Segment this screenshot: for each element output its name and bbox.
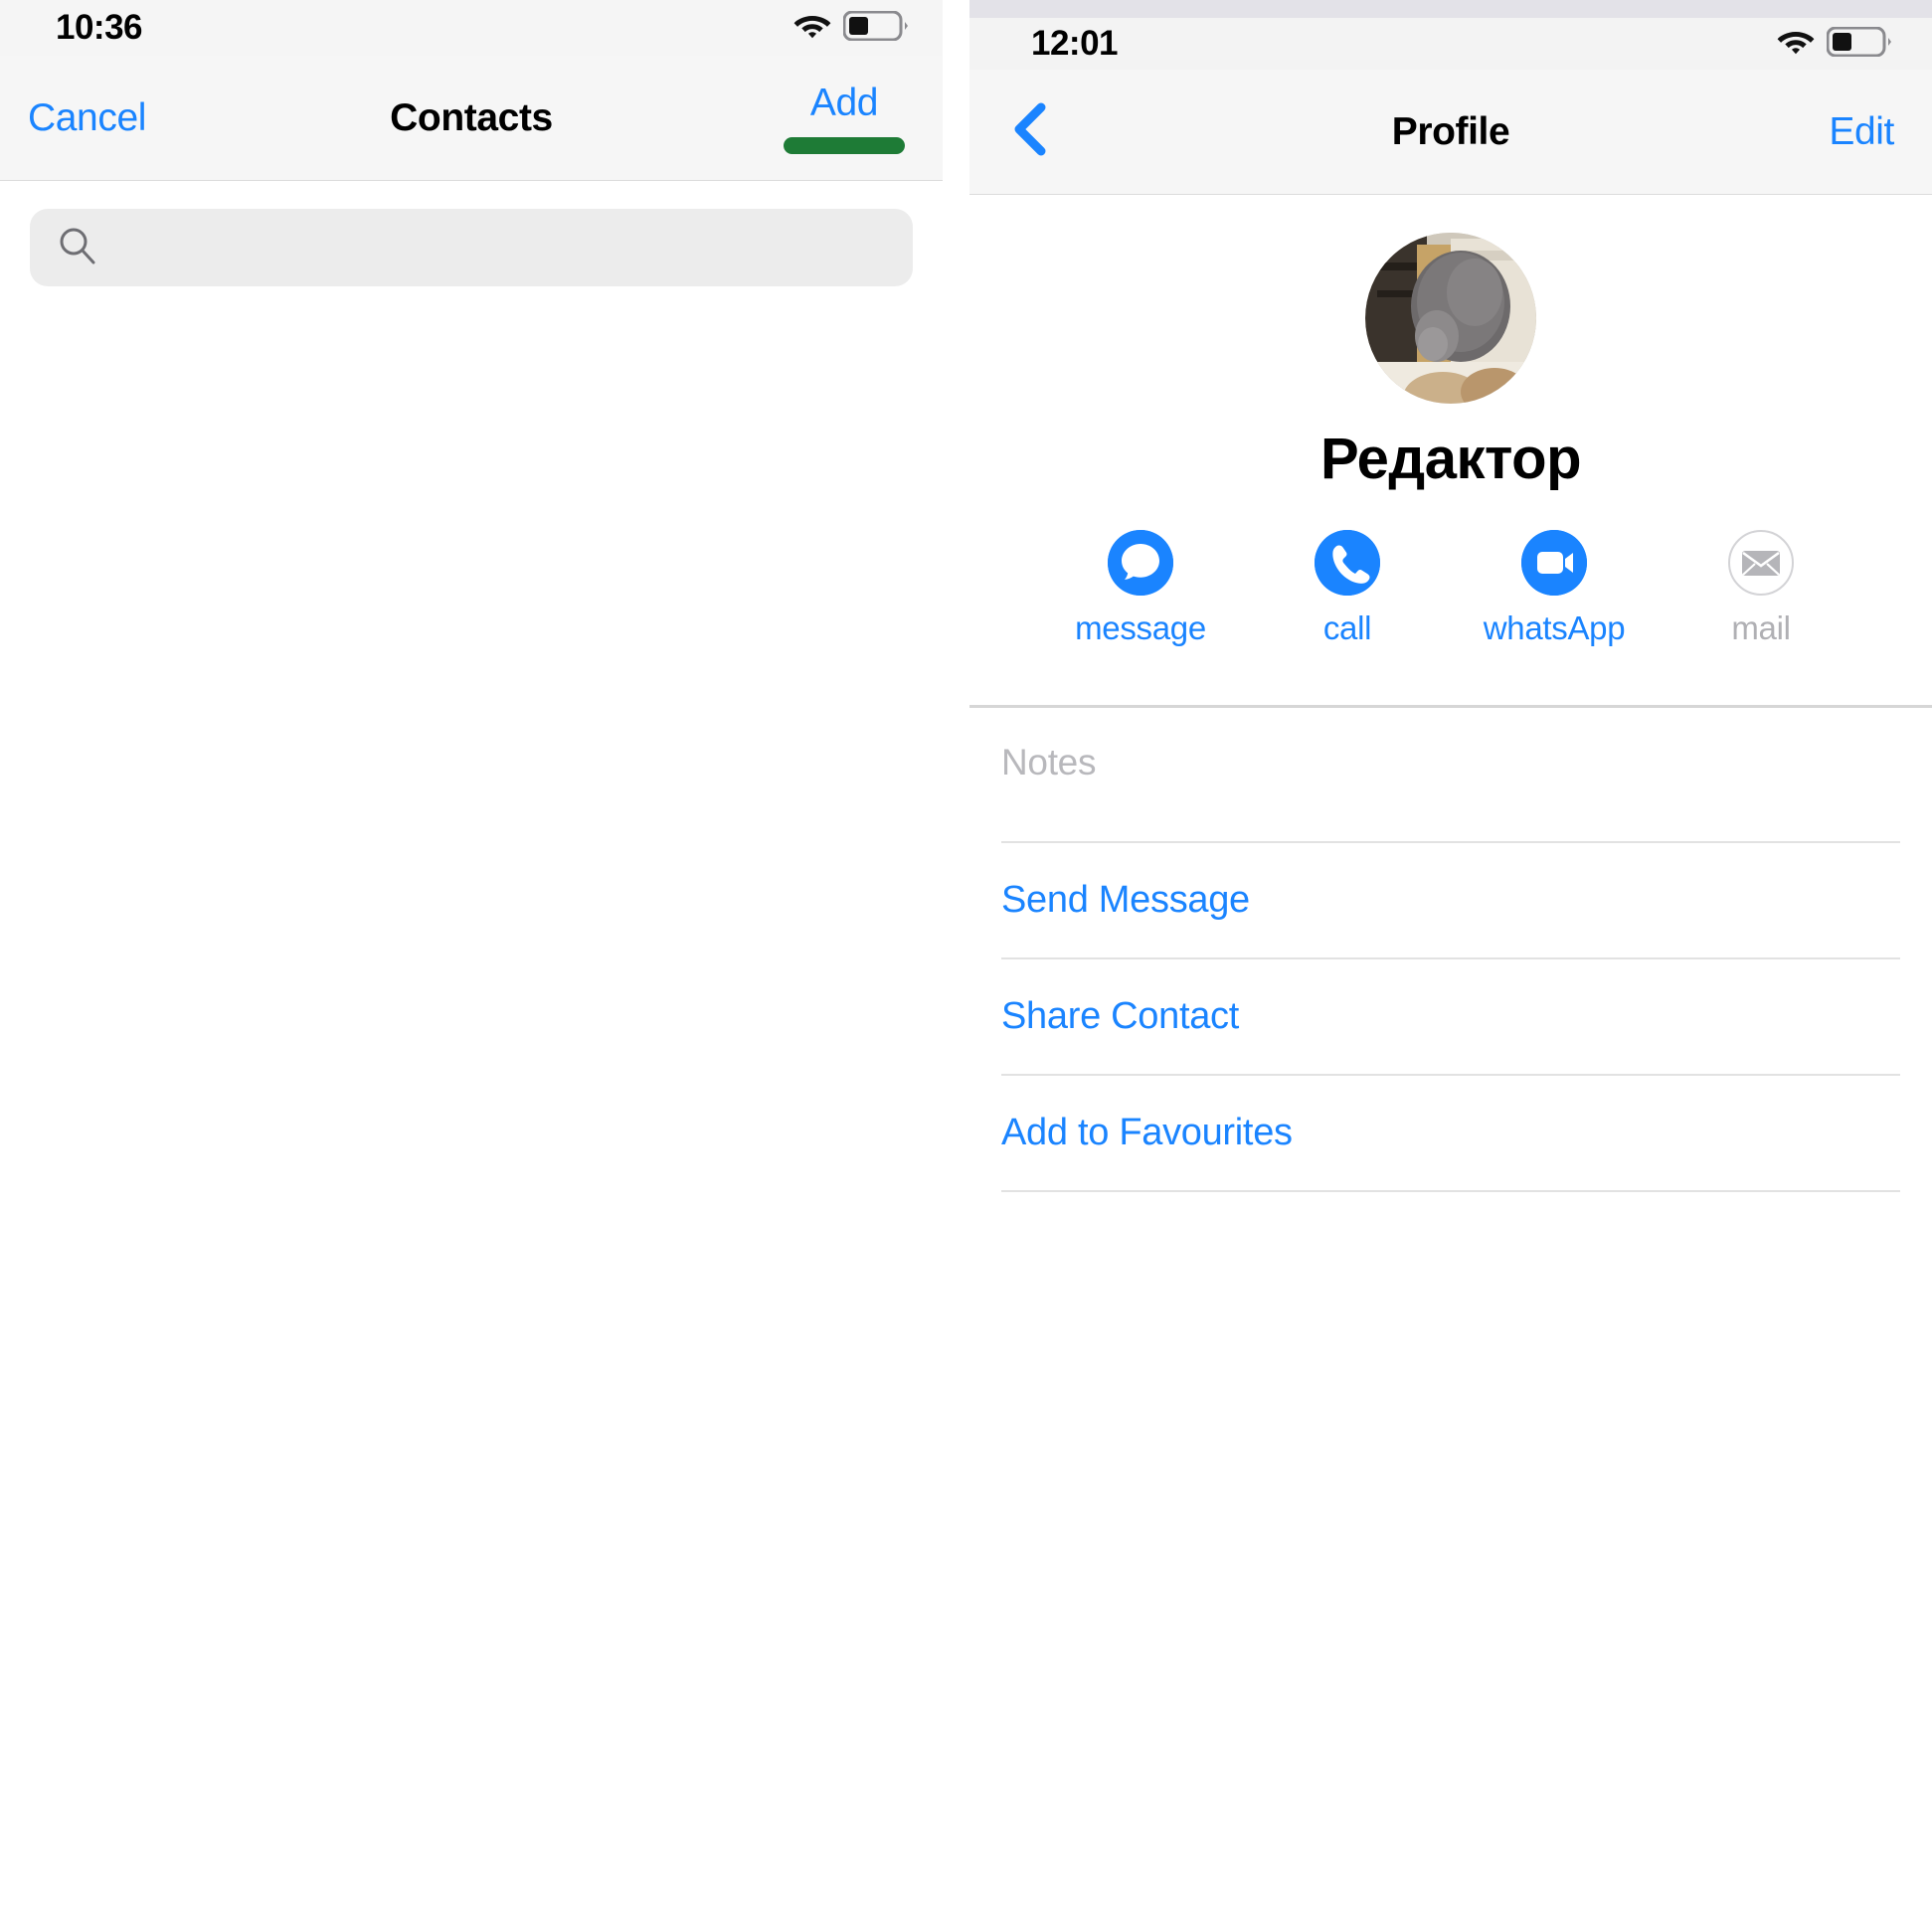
search-input[interactable] <box>30 209 913 286</box>
share-contact-row[interactable]: Share Contact <box>969 959 1932 1074</box>
envelope-icon <box>1728 530 1794 596</box>
status-bar-indicators <box>793 10 909 46</box>
add-button-highlight <box>784 137 905 154</box>
row-divider <box>1001 1190 1900 1192</box>
dual-screen-container: 10:36 Cancel Contacts Add 12:01 Profile … <box>0 0 1932 1907</box>
call-action-button[interactable]: call <box>1280 530 1415 647</box>
cancel-button[interactable]: Cancel <box>28 96 146 140</box>
status-bar-time: 12:01 <box>1031 24 1119 63</box>
video-camera-icon <box>1521 530 1587 596</box>
notes-field[interactable]: Notes <box>969 708 1932 841</box>
call-action-label: call <box>1322 609 1372 646</box>
profile-nav-bar: Profile Edit <box>969 70 1932 195</box>
search-icon <box>58 226 97 270</box>
status-bar-time: 10:36 <box>56 8 143 47</box>
message-bubble-icon <box>1108 530 1173 596</box>
quick-actions-row: message call whatsApp mail <box>969 530 1932 647</box>
page-title: Profile <box>1391 109 1510 153</box>
contact-name: Редактор <box>1319 427 1582 491</box>
search-bar-area <box>0 181 943 316</box>
share-contact-label: Share Contact <box>1001 995 1240 1037</box>
mail-action-button[interactable]: mail <box>1693 530 1829 647</box>
message-action-button[interactable]: message <box>1073 530 1208 647</box>
avatar[interactable] <box>1365 233 1536 404</box>
status-bar-right: 12:01 <box>969 18 1932 70</box>
wifi-icon <box>1777 28 1815 61</box>
battery-icon <box>842 10 909 46</box>
contacts-list <box>0 316 943 1907</box>
status-bar-left: 10:36 <box>0 0 943 56</box>
mail-action-label: mail <box>1731 609 1791 646</box>
status-bar-indicators <box>1777 26 1892 62</box>
add-button[interactable]: Add <box>810 82 879 125</box>
phone-icon <box>1315 530 1380 596</box>
battery-icon <box>1826 26 1892 62</box>
top-strip <box>969 0 1932 18</box>
chevron-left-icon <box>1009 100 1053 163</box>
screen-gutter <box>943 0 969 1906</box>
add-to-favourites-row[interactable]: Add to Favourites <box>969 1076 1932 1190</box>
contacts-nav-bar: Cancel Contacts Add <box>0 56 943 181</box>
profile-content: Редактор message call whatsApp mail Note… <box>969 195 1932 1192</box>
whatsapp-action-label: whatsApp <box>1483 609 1626 646</box>
back-button[interactable] <box>1009 100 1053 163</box>
wifi-icon <box>793 12 831 45</box>
add-button-wrapper[interactable]: Add <box>784 82 905 154</box>
whatsapp-action-button[interactable]: whatsApp <box>1484 530 1626 647</box>
message-action-label: message <box>1075 609 1206 646</box>
send-message-label: Send Message <box>1001 879 1250 921</box>
add-to-favourites-label: Add to Favourites <box>1001 1112 1293 1153</box>
contacts-screen: 10:36 Cancel Contacts Add <box>0 0 943 1907</box>
edit-button[interactable]: Edit <box>1829 110 1894 154</box>
profile-screen: 12:01 Profile Edit Редактор message call… <box>969 0 1932 1906</box>
send-message-row[interactable]: Send Message <box>969 843 1932 957</box>
notes-placeholder: Notes <box>1001 742 1097 782</box>
